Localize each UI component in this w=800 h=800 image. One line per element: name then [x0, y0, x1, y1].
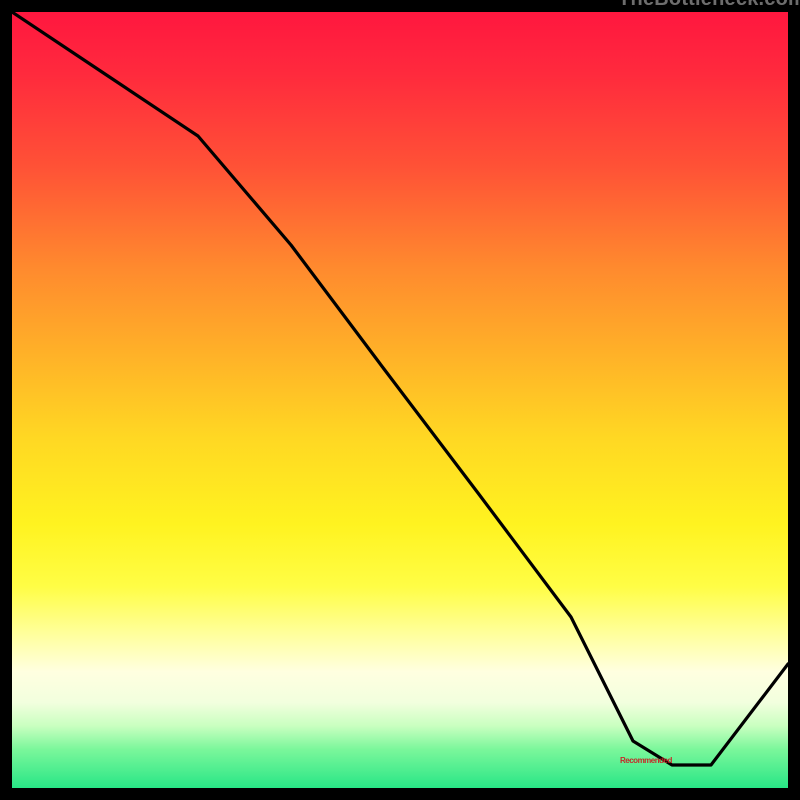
gradient-background	[12, 12, 788, 788]
chart-area: Recommended	[12, 12, 788, 788]
watermark-text: TheBottleneck.com	[618, 0, 800, 11]
